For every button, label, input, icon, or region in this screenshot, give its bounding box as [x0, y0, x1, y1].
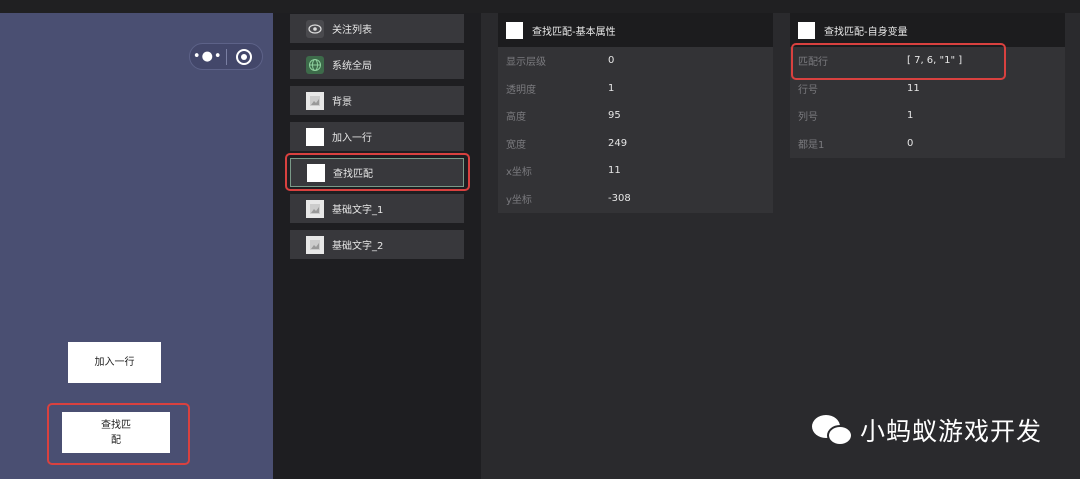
property-key: 显示层级: [506, 57, 546, 69]
variable-key: 行号: [798, 84, 818, 96]
more-icon[interactable]: •●•: [190, 44, 226, 69]
preview-add-row-label: 加入一行: [94, 357, 135, 368]
wechat-icon: [812, 413, 856, 447]
node-list: 关注列表 系统全局 背景 加入一行 查找匹配 基础文字_1 基础文字_2: [273, 13, 481, 479]
property-value[interactable]: 0: [608, 55, 614, 66]
panel-header: 查找匹配-自身变量: [790, 13, 1065, 47]
property-key: x坐标: [506, 167, 532, 179]
image-icon: [306, 199, 324, 218]
highlight-box-variable: [791, 43, 1006, 80]
wechat-watermark: 小蚂蚁游戏开发: [812, 410, 1042, 450]
variable-value[interactable]: 1: [907, 110, 913, 121]
property-key: y坐标: [506, 194, 532, 206]
node-item[interactable]: 加入一行: [290, 122, 464, 151]
property-row[interactable]: y坐标 -308: [498, 185, 773, 213]
variable-key: 列号: [798, 112, 818, 124]
node-item[interactable]: 系统全局: [290, 50, 464, 79]
close-target-icon[interactable]: [226, 48, 262, 65]
panel-title: 查找匹配-自身变量: [824, 26, 908, 38]
node-item[interactable]: 关注列表: [290, 14, 464, 43]
miniprogram-capsule[interactable]: •●•: [189, 43, 263, 70]
panel-title: 查找匹配-基本属性: [532, 26, 616, 38]
image-icon: [306, 235, 324, 254]
white-square-icon: [306, 127, 324, 146]
property-value[interactable]: 11: [608, 165, 621, 176]
property-row[interactable]: 高度 95: [498, 102, 773, 130]
node-label: 加入一行: [332, 133, 372, 144]
property-row[interactable]: 显示层级 0: [498, 47, 773, 75]
highlight-box-node: [285, 153, 470, 191]
variable-row[interactable]: 都是1 0: [790, 130, 1065, 158]
property-key: 透明度: [506, 84, 536, 96]
eye-icon: [306, 19, 324, 38]
highlight-box-preview: [47, 403, 190, 465]
white-square-icon: [798, 21, 815, 39]
node-item[interactable]: 背景: [290, 86, 464, 115]
node-label: 基础文字_1: [332, 205, 384, 216]
top-bar: [0, 0, 1080, 13]
node-label: 关注列表: [332, 25, 372, 36]
node-label: 基础文字_2: [332, 241, 384, 252]
variable-row[interactable]: 列号 1: [790, 102, 1065, 130]
node-label: 系统全局: [332, 61, 372, 72]
property-row[interactable]: 透明度 1: [498, 75, 773, 103]
property-row[interactable]: x坐标 11: [498, 157, 773, 185]
variable-value[interactable]: 0: [907, 138, 913, 149]
preview-add-row-button[interactable]: 加入一行: [68, 342, 161, 383]
globe-icon: [306, 55, 324, 74]
property-row[interactable]: 宽度 249: [498, 130, 773, 158]
variable-key: 都是1: [798, 139, 825, 151]
basic-properties-panel: 查找匹配-基本属性 显示层级 0 透明度 1 高度 95 宽度 249 x坐标 11 y坐…: [498, 13, 773, 213]
node-item[interactable]: 基础文字_1: [290, 194, 464, 223]
property-value[interactable]: 249: [608, 138, 627, 149]
panel-header: 查找匹配-基本属性: [498, 13, 773, 47]
variable-value[interactable]: 11: [907, 83, 920, 94]
watermark-text: 小蚂蚁游戏开发: [860, 417, 1043, 446]
property-value[interactable]: -308: [608, 193, 631, 204]
property-key: 宽度: [506, 139, 526, 151]
property-value[interactable]: 95: [608, 110, 621, 121]
node-item[interactable]: 基础文字_2: [290, 230, 464, 259]
node-label: 背景: [332, 97, 352, 108]
property-value[interactable]: 1: [608, 83, 614, 94]
white-square-icon: [506, 21, 523, 39]
property-key: 高度: [506, 112, 526, 124]
self-variables-panel: 查找匹配-自身变量 匹配行[ 7, 6, "1" ] 行号 11 列号 1 都是1 0: [790, 13, 1065, 158]
image-icon: [306, 91, 324, 110]
